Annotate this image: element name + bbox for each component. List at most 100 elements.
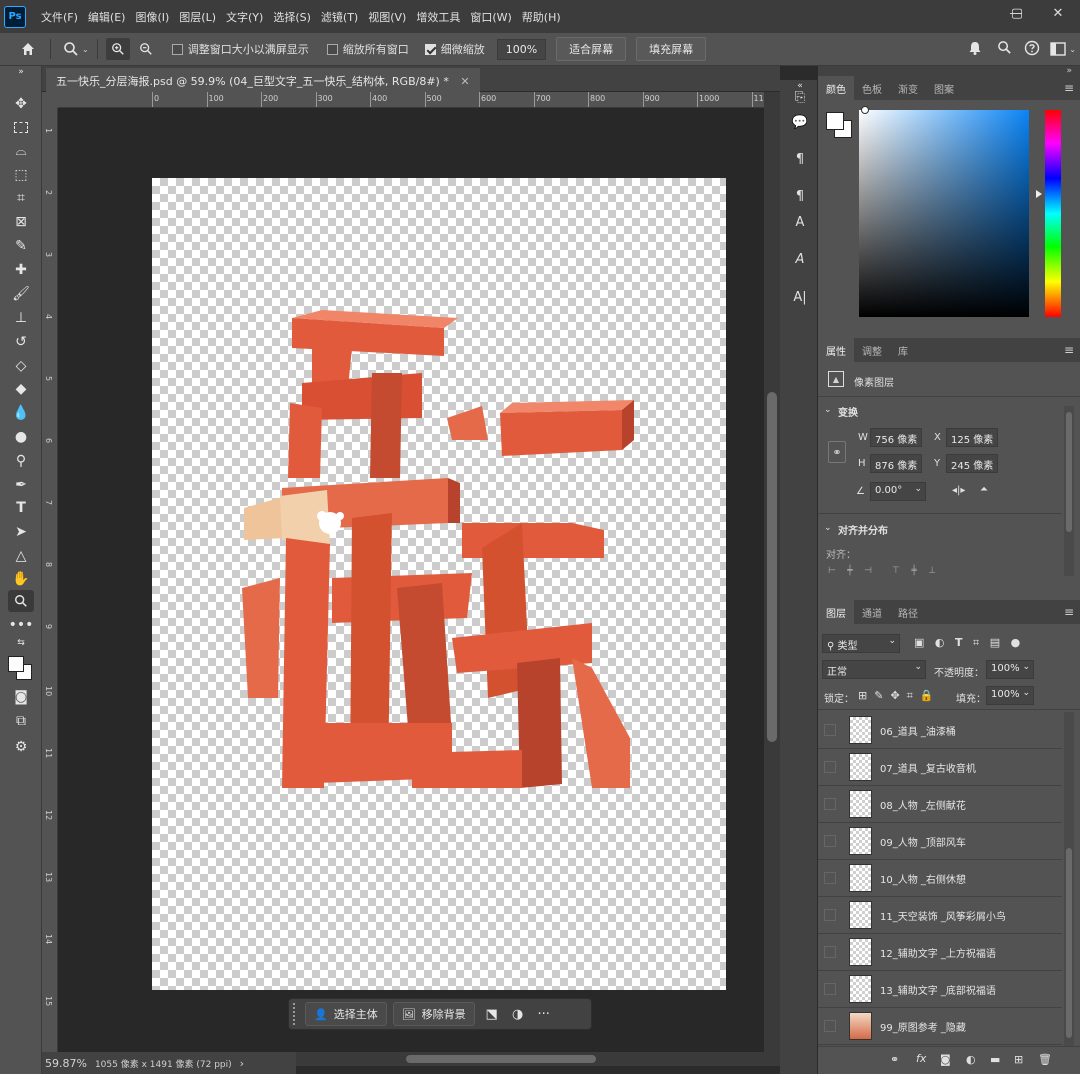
align-top-icon[interactable]: ⊤ (892, 566, 900, 576)
tab-paths[interactable]: 路径 (890, 600, 926, 624)
paragraph-icon[interactable]: ¶ (789, 148, 811, 170)
panel-menu-icon[interactable]: ≡ (1064, 343, 1074, 357)
width-field[interactable]: 756 像素 (870, 428, 922, 447)
delete-layer-icon[interactable]: 🗑 (1038, 1053, 1052, 1066)
fx-icon[interactable]: fx (916, 1052, 926, 1065)
close-button[interactable]: ✕ (1038, 0, 1078, 26)
align-right-icon[interactable]: ⊣ (864, 566, 872, 576)
brush-tool-icon[interactable]: 🖌 (8, 283, 34, 305)
adjustment-icon[interactable]: ◑ (505, 1007, 531, 1022)
paint-bucket-tool-icon[interactable]: ◆ (8, 378, 34, 400)
fill-field[interactable]: 100% ⌄ (986, 686, 1034, 705)
tab-libraries[interactable]: 库 (890, 338, 916, 362)
zoom-level[interactable]: 59.87% (45, 1057, 87, 1070)
scrubby-zoom-checkbox[interactable]: 细微缩放 (424, 41, 485, 57)
align-bottom-icon[interactable]: ⊥ (928, 566, 936, 576)
lock-transparent-icon[interactable]: ⊞ (858, 689, 867, 702)
learn-icon[interactable] (967, 40, 983, 59)
collapse-icon[interactable]: » (8, 66, 34, 78)
tab-swatches[interactable]: 色板 (854, 76, 890, 100)
link-dimensions-icon[interactable]: ⚭ (828, 441, 846, 463)
horizontal-scroll-thumb[interactable] (406, 1055, 596, 1063)
layer-row[interactable]: 07_道具 _复古收音机 (818, 749, 1062, 786)
tab-channels[interactable]: 通道 (854, 600, 890, 624)
link-layers-icon[interactable]: ⚭ (890, 1053, 899, 1066)
layer-filter-kind[interactable]: ⚲ 类型 ⌄ (822, 634, 900, 653)
horizontal-scrollbar[interactable] (296, 1052, 780, 1066)
character-icon[interactable]: A| (789, 286, 811, 308)
more-options-icon[interactable]: ··· (531, 1007, 557, 1022)
layer-visibility-toggle[interactable] (824, 761, 836, 773)
paragraph-styles-icon[interactable]: ¶ (789, 185, 811, 207)
layer-visibility-toggle[interactable] (824, 946, 836, 958)
x-field[interactable]: 125 像素 (946, 428, 998, 447)
new-layer-icon[interactable]: ⊞ (1014, 1053, 1023, 1066)
tab-adjustments[interactable]: 调整 (854, 338, 890, 362)
zoom-in-icon[interactable] (105, 38, 130, 60)
layer-row[interactable]: 13_辅助文字 _底部祝福语 (818, 971, 1062, 1008)
y-field[interactable]: 245 像素 (946, 454, 998, 473)
align-left-icon[interactable]: ⊢ (828, 566, 836, 576)
zoom-percent-field[interactable]: 100% (496, 38, 547, 60)
chevron-down-icon[interactable]: ⌄ (824, 405, 832, 415)
add-mask-icon[interactable]: ◙ (940, 1053, 951, 1066)
panel-menu-icon[interactable]: ≡ (1064, 605, 1074, 619)
help-icon[interactable] (1024, 40, 1040, 59)
angle-field[interactable]: 0.00° ⌄ (870, 482, 926, 501)
swap-colors-icon[interactable]: ⇆ (8, 636, 34, 650)
move-tool-icon[interactable]: ✥ (8, 93, 34, 115)
frame-tool-icon[interactable]: ⊠ (8, 211, 34, 233)
hue-slider-marker[interactable] (1036, 190, 1042, 198)
color-panel-fg-swatch[interactable] (826, 112, 844, 130)
path-selection-tool-icon[interactable]: ➤ (8, 521, 34, 543)
fit-screen-button[interactable]: 适合屏幕 (556, 37, 627, 61)
glyphs-icon[interactable]: A (789, 248, 811, 270)
remove-background-button[interactable]: 🖼 移除背景 (392, 1002, 475, 1026)
menu-item[interactable]: 窗口(W) (465, 9, 516, 25)
content-credentials-icon[interactable]: ⚙ (8, 736, 34, 758)
menu-item[interactable]: 编辑(E) (83, 9, 131, 25)
adjustment-layer-icon[interactable]: ◐ (966, 1053, 976, 1066)
type-tool-icon[interactable]: T (8, 497, 34, 519)
horizontal-ruler[interactable]: 0 100 200 300 400 500 600 700 800 900 1000 110 (58, 92, 764, 108)
align-middle-icon[interactable]: ╪ (911, 566, 916, 576)
resize-windows-checkbox[interactable]: 调整窗口大小以满屏显示 (171, 41, 309, 57)
blur-tool-icon[interactable]: 💧 (8, 402, 34, 424)
eraser-tool-icon[interactable]: ◇ (8, 355, 34, 377)
layer-row[interactable]: 10_人物 _右侧休憩 (818, 860, 1062, 897)
lock-artboard-icon[interactable]: ⌗ (907, 689, 913, 702)
align-center-icon[interactable]: ┿ (847, 566, 852, 576)
layer-row[interactable]: 11_天空装饰 _风筝彩屑小鸟 (818, 897, 1062, 934)
filter-shape-icon[interactable]: ⌗ (973, 636, 979, 649)
drag-handle-icon[interactable] (293, 1003, 299, 1025)
lasso-tool-icon[interactable]: ⌓ (8, 140, 34, 162)
tab-layers[interactable]: 图层 (818, 600, 854, 624)
layer-visibility-toggle[interactable] (824, 983, 836, 995)
select-subject-button[interactable]: 👤 选择主体 (305, 1002, 387, 1026)
vertical-scroll-thumb[interactable] (767, 392, 777, 742)
object-selection-tool-icon[interactable]: ⬚ (8, 164, 34, 186)
close-tab-icon[interactable]: ✕ (460, 75, 469, 88)
home-icon[interactable] (14, 41, 42, 57)
lock-image-icon[interactable]: ✎ (874, 689, 883, 702)
zoom-all-windows-checkbox[interactable]: 缩放所有窗口 (326, 41, 409, 57)
document-tab[interactable]: 五一快乐_分层海报.psd @ 59.9% (04_巨型文字_五一快乐_结构体,… (46, 68, 480, 92)
menu-item[interactable]: 选择(S) (268, 9, 316, 25)
fill-screen-button[interactable]: 填充屏幕 (636, 37, 707, 61)
layer-row[interactable]: 12_辅助文字 _上方祝福语 (818, 934, 1062, 971)
hue-slider[interactable] (1045, 110, 1061, 317)
filter-smart-object-icon[interactable]: ▤ (990, 636, 1000, 649)
layer-row[interactable]: 06_道具 _油漆桶 (818, 712, 1062, 749)
zoom-out-icon[interactable] (134, 38, 158, 60)
color-picker-field[interactable] (859, 110, 1029, 317)
zoom-tool-icon[interactable] (8, 590, 34, 612)
layer-row[interactable]: 08_人物 _左侧献花 (818, 786, 1062, 823)
layer-visibility-toggle[interactable] (824, 835, 836, 847)
menu-item[interactable]: 图层(L) (174, 9, 221, 25)
tab-color[interactable]: 颜色 (818, 76, 854, 100)
lock-position-icon[interactable]: ✥ (890, 689, 899, 702)
eyedropper-tool-icon[interactable]: ✎ (8, 235, 34, 257)
blend-mode-select[interactable]: 正常 ⌄ (822, 660, 926, 679)
layers-scrollbar[interactable] (1064, 712, 1074, 1046)
filter-pixel-icon[interactable]: ▣ (914, 636, 924, 649)
